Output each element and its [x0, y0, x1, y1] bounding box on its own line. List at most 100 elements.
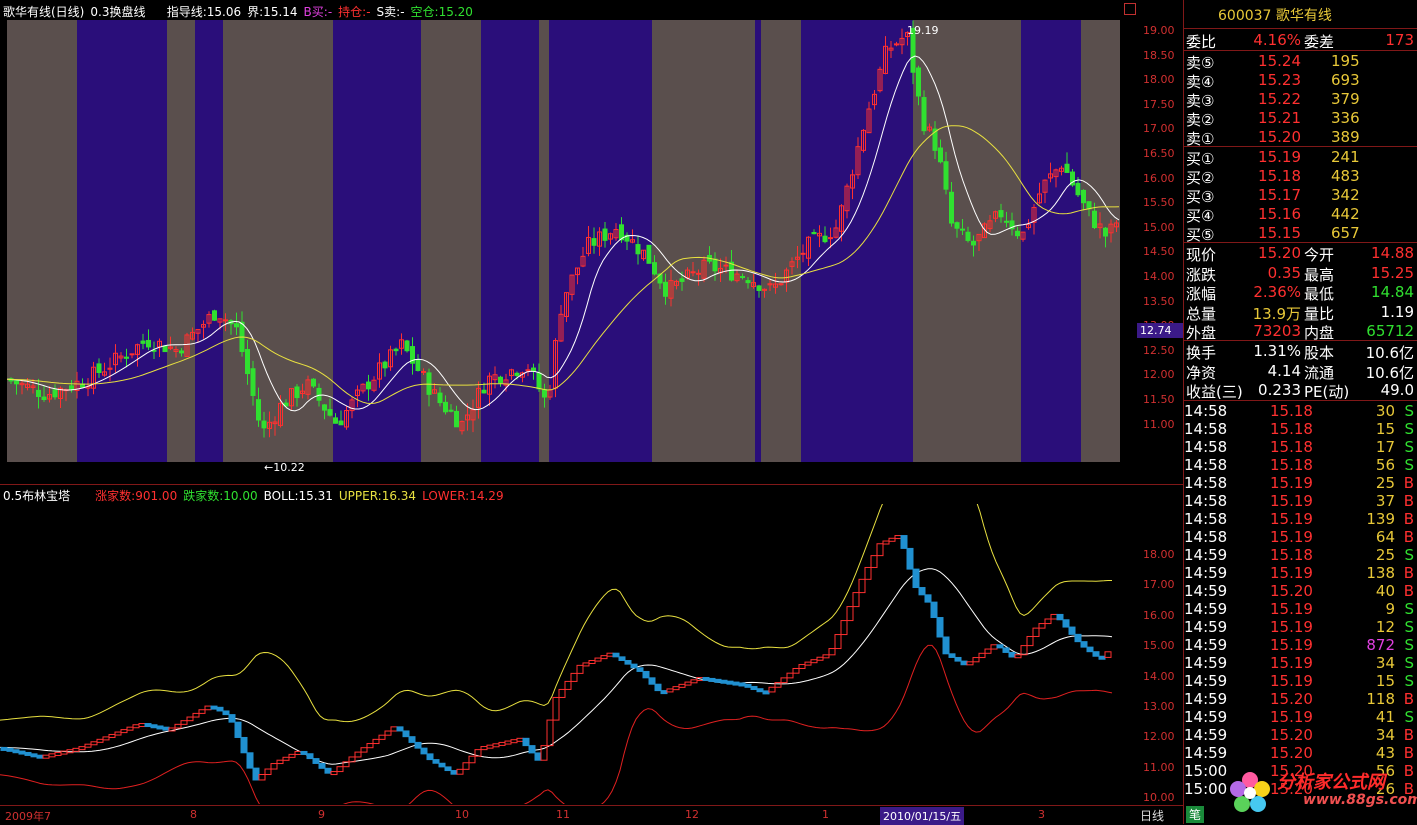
period-selector[interactable]: 日线 [1140, 807, 1180, 824]
tower-block [1026, 635, 1034, 647]
tower-block [900, 535, 908, 549]
site-logo: 分析家公式网 www.88gs.com [1225, 762, 1417, 824]
candle-body [712, 258, 718, 272]
close-icon[interactable] [1124, 3, 1136, 15]
tower-block [702, 677, 710, 682]
tick-price: 15.19 [1270, 618, 1313, 636]
tower-block [414, 741, 422, 749]
tower-block [672, 686, 680, 691]
bid-price: 15.17 [1258, 186, 1301, 204]
tower-block [888, 537, 896, 542]
tower-block [822, 654, 830, 659]
candle-body [382, 361, 388, 369]
bid-row: 买③ 15.17 342 [1184, 186, 1417, 206]
tower-block [138, 723, 146, 728]
candle-body [124, 356, 129, 359]
ask-row: 卖③ 15.22 379 [1184, 90, 1417, 110]
tower-block [198, 709, 206, 714]
date-tick: 2009年7 [5, 810, 51, 823]
tower-block [162, 726, 170, 731]
tick-time: 14:59 [1184, 564, 1228, 582]
tower-block [720, 679, 728, 684]
tower-block [1074, 633, 1082, 643]
candle-body [52, 389, 58, 398]
tower-block [246, 752, 254, 769]
tick-time: 14:59 [1184, 618, 1228, 636]
candle-body [454, 410, 459, 428]
tower-block [438, 762, 446, 768]
main-chart-panel[interactable]: 歌华有线(日线) 0.3换盘线 指导线:15.06 界:15.14 B买:- 持仓:- S… [0, 0, 1137, 478]
tower-block [546, 719, 554, 747]
tower-block [486, 744, 494, 749]
tower-block [480, 746, 488, 751]
axis-tick: 14.00 [1143, 669, 1175, 683]
axis-tick: 17.00 [1143, 578, 1175, 592]
tick-price: 15.20 [1270, 690, 1313, 708]
stat-label: 今开 [1304, 246, 1335, 264]
sub-header: 0.5布林宝塔 涨家数:901.00 跌家数:10.00 BOLL:15.31 UPP… [3, 487, 510, 504]
tower-block [1080, 641, 1088, 648]
weibi-label: 委比 [1186, 33, 1217, 51]
tower-block [210, 705, 218, 710]
tower-block [252, 767, 260, 781]
ask-label: 卖④ [1186, 73, 1215, 91]
tick-side: B [1403, 564, 1414, 582]
tower-block [690, 679, 698, 684]
candle-body [421, 370, 426, 373]
sub-indicator-name: 0.5布林宝塔 [3, 489, 71, 503]
ask-price: 15.24 [1258, 52, 1301, 70]
tower-block [750, 686, 758, 691]
main-price-chart[interactable] [7, 20, 1120, 462]
logo-url: www.88gs.com [1303, 792, 1417, 808]
tower-block [636, 667, 644, 672]
tower-block [930, 601, 938, 619]
tick-volume: 15 [1375, 672, 1395, 690]
tower-block [756, 688, 764, 693]
tower-block [1086, 646, 1094, 653]
tick-time: 14:59 [1184, 636, 1228, 654]
tick-side: B [1403, 582, 1414, 600]
tick-price: 15.19 [1270, 672, 1313, 690]
candlestick-area[interactable] [7, 20, 1120, 462]
stat-row: 总量 13.9万 量比 1.19 [1184, 303, 1417, 323]
bid-row: 买② 15.18 483 [1184, 167, 1417, 187]
tower-block [132, 724, 140, 729]
ask-label: 卖⑤ [1186, 54, 1215, 72]
tick-price: 15.19 [1270, 654, 1313, 672]
tower-block [804, 661, 812, 666]
boll-tower-chart[interactable] [0, 504, 1137, 804]
tower-block [456, 768, 464, 775]
stat-label: 换手 [1186, 344, 1217, 362]
axis-tick: 12.50 [1143, 343, 1175, 357]
tower-block [306, 753, 314, 760]
tick-side: S [1404, 654, 1414, 672]
upper-value: UPPER:16.34 [338, 489, 417, 503]
tick-side: B [1403, 528, 1414, 546]
stat-label: 净资 [1186, 363, 1217, 382]
ask-row: 卖① 15.20 389 [1184, 128, 1417, 148]
tower-block [150, 724, 158, 729]
tick-time: 14:58 [1184, 492, 1228, 510]
tower-block [360, 747, 368, 753]
ask-label: 卖② [1186, 111, 1215, 129]
axis-tick: 14.50 [1143, 245, 1175, 259]
stat-label: 涨幅 [1186, 285, 1217, 303]
tower-block [768, 686, 776, 693]
tower-block [492, 743, 500, 748]
tick-time: 14:59 [1184, 690, 1228, 708]
tick-side: S [1404, 636, 1414, 654]
tab-tick[interactable]: 笔 [1186, 806, 1205, 823]
bid-label: 买④ [1186, 207, 1215, 225]
tick-time: 14:59 [1184, 726, 1228, 744]
tick-row: 14:58 15.19 139 B [1184, 510, 1417, 528]
axis-tick: 15.50 [1143, 196, 1175, 210]
tower-block [876, 543, 884, 557]
tick-volume: 37 [1375, 492, 1395, 510]
candle-body [916, 67, 921, 97]
stat-value: 2.36% [1253, 283, 1301, 301]
tower-block [840, 620, 848, 636]
candle-body [949, 191, 954, 224]
tick-price: 15.19 [1270, 708, 1313, 726]
candle-body [14, 380, 19, 385]
tick-row: 14:59 15.19 41 S [1184, 708, 1417, 726]
